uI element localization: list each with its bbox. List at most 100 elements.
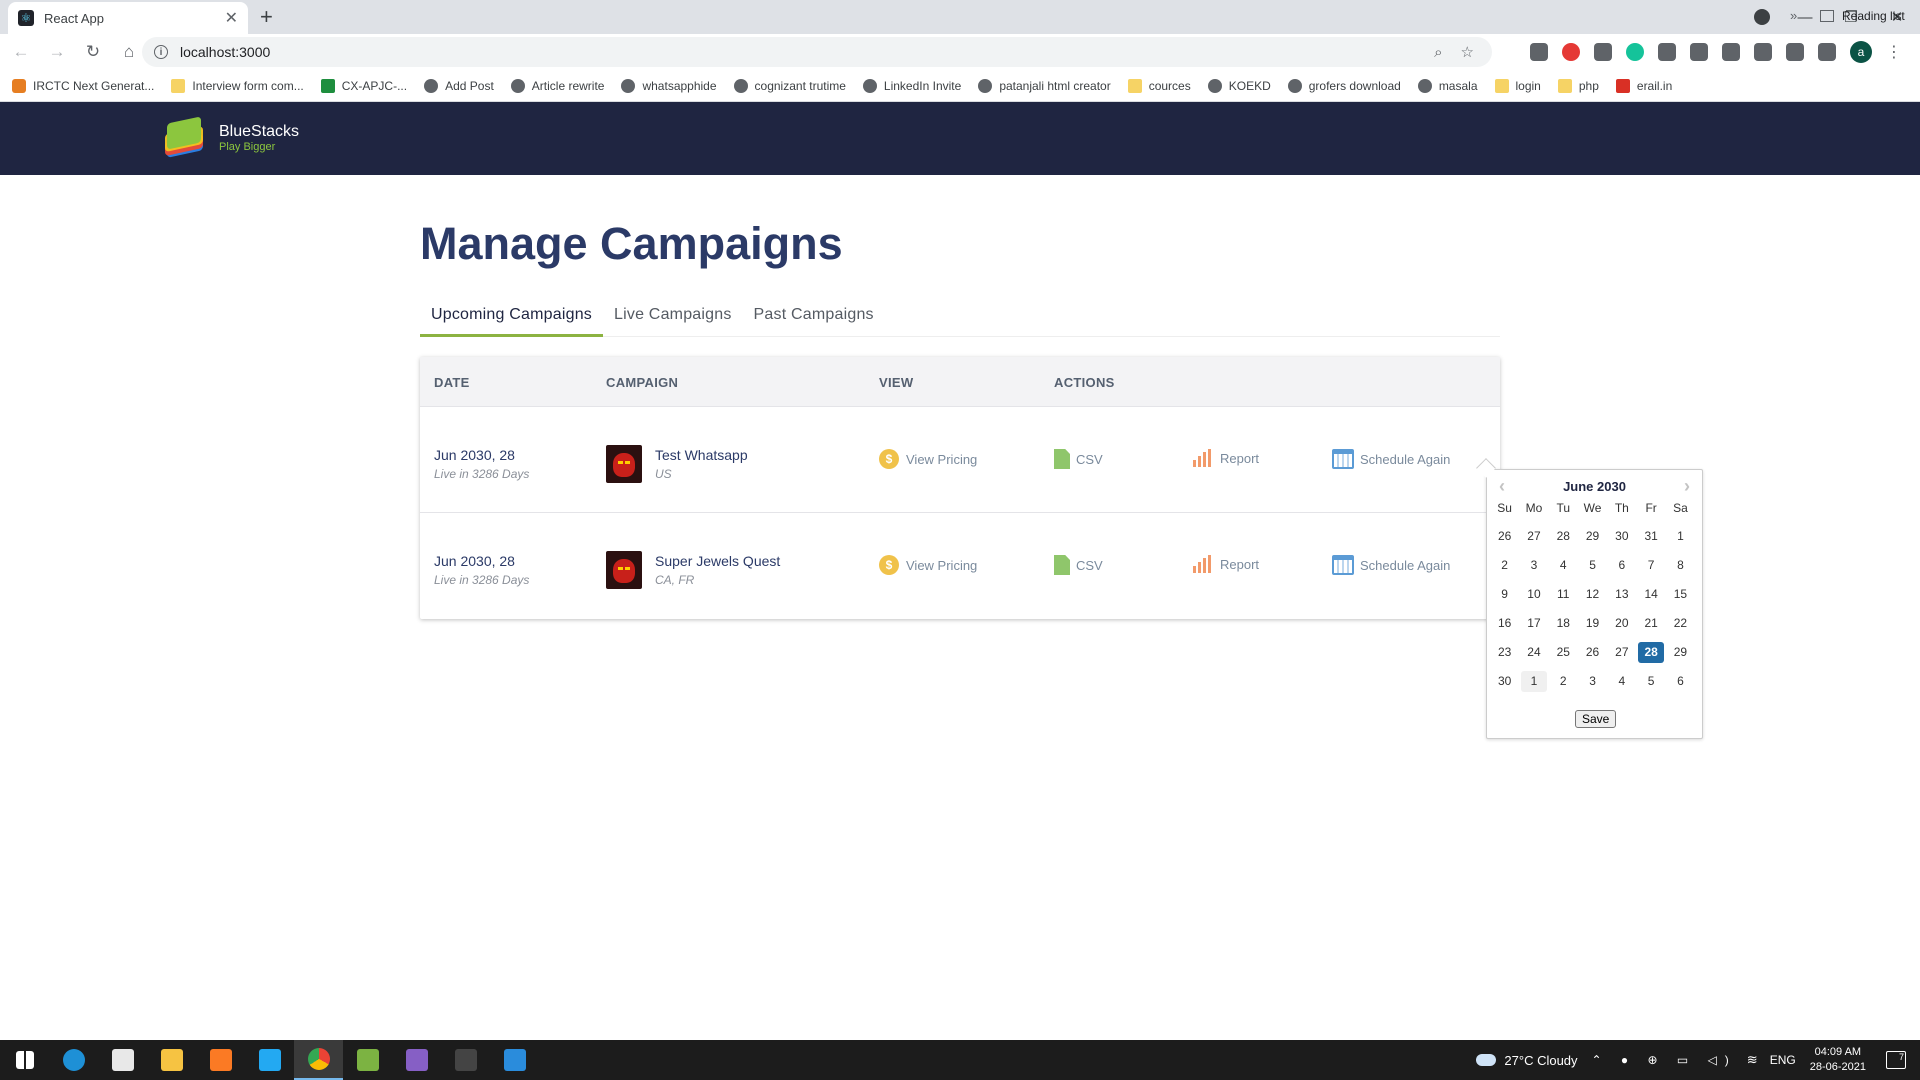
address-bar[interactable]: i localhost:3000 ⌕ ☆ xyxy=(142,37,1492,67)
calendar-day[interactable]: 23 xyxy=(1492,642,1517,663)
taskbar-app[interactable] xyxy=(441,1040,490,1080)
extension-icon[interactable] xyxy=(1658,43,1676,61)
calendar-day[interactable]: 29 xyxy=(1580,526,1605,547)
calendar-day[interactable]: 6 xyxy=(1668,671,1693,692)
menu-kebab-icon[interactable]: ⋮ xyxy=(1886,42,1902,62)
tray-icons[interactable]: ⌃ ● ⊕ ▭ ◁) xyxy=(1592,1053,1737,1067)
bookmark-item[interactable]: cources xyxy=(1127,78,1191,93)
calendar-day[interactable]: 3 xyxy=(1580,671,1605,692)
language-indicator[interactable]: ENG xyxy=(1770,1053,1796,1067)
schedule-again-button[interactable]: Schedule Again xyxy=(1332,449,1450,469)
bookmark-item[interactable]: whatsapphide xyxy=(621,78,717,93)
calendar-day[interactable]: 28 xyxy=(1551,526,1576,547)
calendar-day[interactable]: 22 xyxy=(1668,613,1693,634)
extension-icon[interactable] xyxy=(1530,43,1548,61)
calendar-day[interactable]: 4 xyxy=(1609,671,1634,692)
clock[interactable]: 04:09 AM 28-06-2021 xyxy=(1810,1045,1866,1075)
taskbar-visual-studio[interactable] xyxy=(392,1040,441,1080)
bookmark-item[interactable]: login xyxy=(1494,78,1541,93)
zoom-icon[interactable]: ⌕ xyxy=(1434,44,1442,61)
calendar-day[interactable]: 27 xyxy=(1609,642,1634,663)
bookmark-item[interactable]: php xyxy=(1557,78,1599,93)
report-button[interactable]: Report xyxy=(1193,449,1259,467)
extension-icon[interactable] xyxy=(1754,43,1772,61)
calendar-day[interactable]: 27 xyxy=(1521,526,1546,547)
tab-live-campaigns[interactable]: Live Campaigns xyxy=(603,300,743,337)
taskbar-edge[interactable] xyxy=(49,1040,98,1080)
view-pricing-button[interactable]: $ View Pricing xyxy=(879,449,977,469)
report-button[interactable]: Report xyxy=(1193,555,1259,573)
bookmark-item[interactable]: Interview form com... xyxy=(171,78,304,93)
tab-past-campaigns[interactable]: Past Campaigns xyxy=(743,300,885,337)
calendar-day[interactable]: 25 xyxy=(1551,642,1576,663)
calendar-day[interactable]: 17 xyxy=(1521,613,1546,634)
profile-avatar[interactable]: a xyxy=(1850,41,1872,63)
calendar-day[interactable]: 5 xyxy=(1638,671,1663,692)
calendar-day[interactable]: 2 xyxy=(1492,555,1517,576)
home-button[interactable]: ⌂ xyxy=(114,42,144,62)
calendar-day[interactable]: 24 xyxy=(1521,642,1546,663)
back-button[interactable]: ← xyxy=(6,42,36,62)
calendar-day[interactable]: 30 xyxy=(1609,526,1634,547)
taskbar-notepad[interactable] xyxy=(343,1040,392,1080)
new-tab-button[interactable]: + xyxy=(260,4,273,30)
calendar-day[interactable]: 2 xyxy=(1551,671,1576,692)
bookmark-item[interactable]: masala xyxy=(1417,78,1478,93)
calendar-day[interactable]: 26 xyxy=(1580,642,1605,663)
calendar-day[interactable]: 5 xyxy=(1580,555,1605,576)
grammarly-icon[interactable] xyxy=(1626,43,1644,61)
calendar-day[interactable]: 7 xyxy=(1638,555,1663,576)
extension-icon[interactable] xyxy=(1562,43,1580,61)
calendar-day[interactable]: 14 xyxy=(1638,584,1663,605)
calendar-day[interactable]: 15 xyxy=(1668,584,1693,605)
calendar-day[interactable]: 10 xyxy=(1521,584,1546,605)
calendar-day[interactable]: 30 xyxy=(1492,671,1517,692)
bluestacks-logo[interactable]: BlueStacks Play Bigger xyxy=(163,116,299,160)
bookmark-item[interactable]: KOEKD xyxy=(1207,78,1271,93)
start-button[interactable] xyxy=(0,1040,49,1080)
bookmark-item[interactable]: Article rewrite xyxy=(510,78,604,93)
calendar-day[interactable]: 13 xyxy=(1609,584,1634,605)
calendar-day[interactable]: 21 xyxy=(1638,613,1663,634)
calendar-day[interactable]: 1 xyxy=(1668,526,1693,547)
taskbar-chrome[interactable] xyxy=(294,1040,343,1080)
bookmark-item[interactable]: patanjali html creator xyxy=(978,78,1111,93)
view-pricing-button[interactable]: $ View Pricing xyxy=(879,555,977,575)
puzzle-icon[interactable] xyxy=(1818,43,1836,61)
calendar-day[interactable]: 3 xyxy=(1521,555,1546,576)
calendar-day[interactable]: 11 xyxy=(1551,584,1576,605)
csv-button[interactable]: CSV xyxy=(1054,449,1103,469)
browser-tab[interactable]: ⚛ React App ✕ xyxy=(8,2,248,34)
calendar-day[interactable]: 29 xyxy=(1668,642,1693,663)
forward-button[interactable]: → xyxy=(42,42,72,62)
bookmark-item[interactable]: grofers download xyxy=(1287,78,1401,93)
extension-icon[interactable] xyxy=(1690,43,1708,61)
calendar-day[interactable]: 8 xyxy=(1668,555,1693,576)
calendar-day[interactable]: 1 xyxy=(1521,671,1547,692)
calendar-day[interactable]: 4 xyxy=(1551,555,1576,576)
reading-list-button[interactable]: Reading list xyxy=(1820,0,1905,32)
calendar-day[interactable]: 26 xyxy=(1492,526,1517,547)
calendar-day[interactable]: 12 xyxy=(1580,584,1605,605)
extension-icon[interactable] xyxy=(1786,43,1804,61)
taskbar-vscode[interactable] xyxy=(245,1040,294,1080)
close-tab-icon[interactable]: ✕ xyxy=(225,8,238,28)
extension-icon[interactable] xyxy=(1722,43,1740,61)
bookmark-item[interactable]: LinkedIn Invite xyxy=(862,78,961,93)
next-month-button[interactable]: › xyxy=(1684,476,1690,497)
bookmark-item[interactable]: cognizant trutime xyxy=(733,78,846,93)
schedule-again-button[interactable]: Schedule Again xyxy=(1332,555,1450,575)
taskbar-photos[interactable] xyxy=(490,1040,539,1080)
calendar-day[interactable]: 16 xyxy=(1492,613,1517,634)
tab-search-icon[interactable] xyxy=(1754,9,1770,25)
bookmark-item[interactable]: IRCTC Next Generat... xyxy=(12,78,154,93)
bookmark-item[interactable]: CX-APJC-... xyxy=(320,78,407,93)
taskbar-xampp[interactable] xyxy=(196,1040,245,1080)
weather-widget[interactable]: 27°C Cloudy xyxy=(1476,1053,1578,1068)
save-button[interactable]: Save xyxy=(1575,710,1617,728)
prev-month-button[interactable]: ‹ xyxy=(1499,476,1505,497)
bookmark-star-icon[interactable]: ☆ xyxy=(1461,43,1474,61)
calendar-day[interactable]: 20 xyxy=(1609,613,1634,634)
calendar-day[interactable]: 19 xyxy=(1580,613,1605,634)
wifi-icon[interactable]: ≋ xyxy=(1747,1052,1758,1068)
